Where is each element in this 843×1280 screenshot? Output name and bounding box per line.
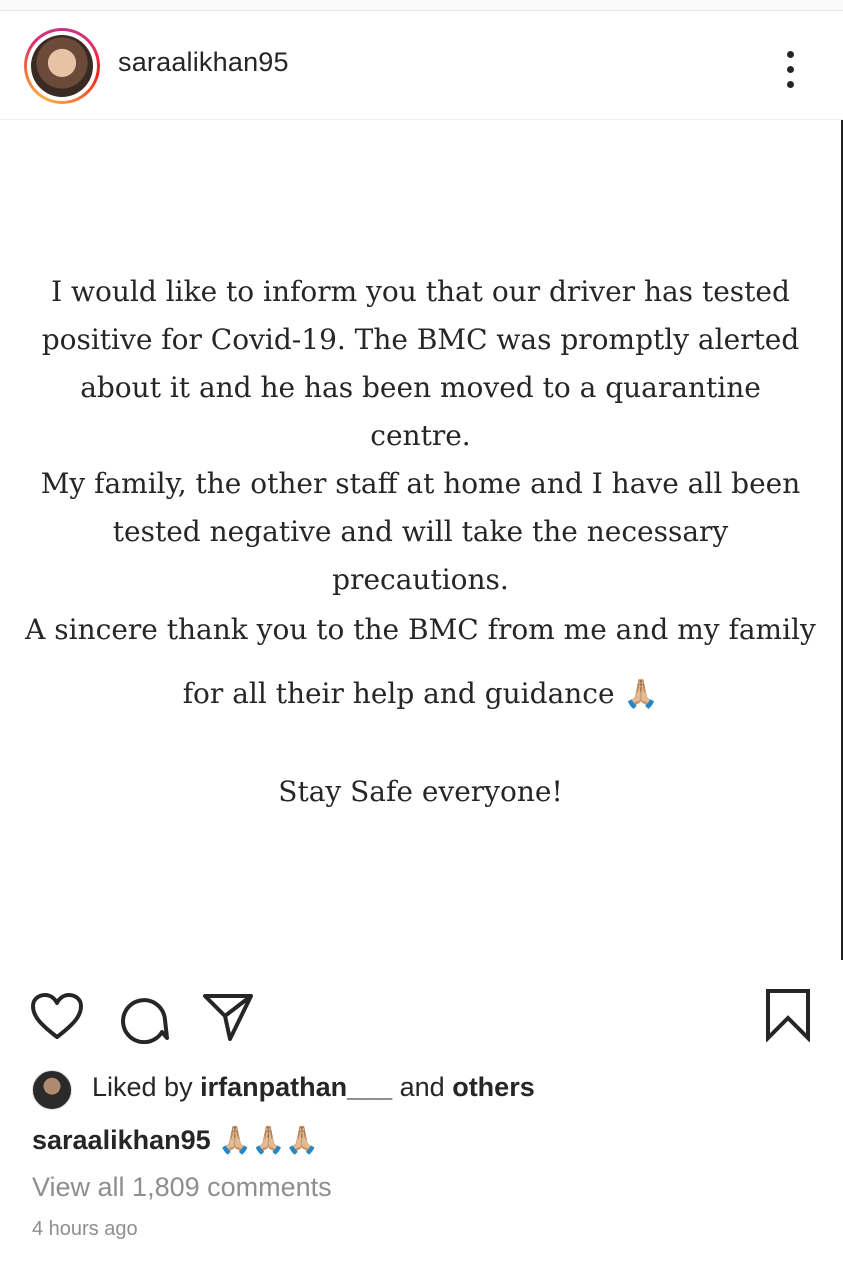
post-text-paragraph-4: Stay Safe everyone! xyxy=(278,775,563,808)
view-all-comments-link[interactable]: View all 1,809 comments xyxy=(32,1172,332,1203)
liker-avatar[interactable] xyxy=(32,1070,72,1110)
liker-username[interactable]: irfanpathan___ xyxy=(200,1072,392,1102)
post-text-paragraph-3-line-1: A sincere thank you to the BMC from me a… xyxy=(25,613,816,646)
post-image[interactable]: I would like to inform you that our driv… xyxy=(0,120,843,960)
likes-prefix: Liked by xyxy=(92,1072,201,1102)
post-header: saraalikhan95 xyxy=(0,11,843,120)
caption-username[interactable]: saraalikhan95 xyxy=(32,1125,211,1155)
avatar-image xyxy=(31,35,93,97)
likes-middle: and xyxy=(392,1072,453,1102)
post-timestamp: 4 hours ago xyxy=(32,1218,138,1240)
heart-icon[interactable] xyxy=(30,992,84,1047)
likes-others[interactable]: others xyxy=(452,1072,535,1102)
post-text-paragraph-2: My family, the other staff at home and I… xyxy=(40,467,801,596)
caption-text: 🙏🏼🙏🏼🙏🏼 xyxy=(210,1125,319,1155)
post-actions xyxy=(0,962,843,1062)
bookmark-icon[interactable] xyxy=(764,988,812,1047)
post-username[interactable]: saraalikhan95 xyxy=(118,47,289,78)
profile-avatar[interactable] xyxy=(24,28,100,104)
more-options-icon[interactable] xyxy=(775,47,805,93)
send-icon[interactable] xyxy=(202,992,254,1049)
post-caption: saraalikhan95 🙏🏼🙏🏼🙏🏼 xyxy=(32,1124,319,1156)
status-divider xyxy=(0,0,843,11)
post-text-paragraph-3-line-2: for all their help and guidance 🙏🏼 xyxy=(182,677,659,710)
comment-icon[interactable] xyxy=(118,992,170,1049)
post-text-paragraph-1: I would like to inform you that our driv… xyxy=(41,275,800,452)
